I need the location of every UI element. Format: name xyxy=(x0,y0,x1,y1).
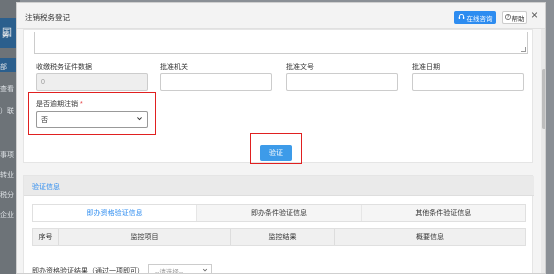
tab-condition-verify[interactable]: 即办条件验证信息 xyxy=(197,205,362,221)
tab-qualification-verify[interactable]: 即办资格验证信息 xyxy=(33,205,198,221)
tab-other-condition-verify[interactable]: 其他条件验证信息 xyxy=(361,205,525,221)
dialog-body: 收缴税务证件数据 0 批准机关 批准文号 批准日期 是否逾期注销 * 否 验证 … xyxy=(17,29,545,274)
scrollbar-thumb[interactable] xyxy=(542,69,545,129)
verify-info-header: 验证信息 xyxy=(24,176,534,196)
highlight-verify xyxy=(250,133,302,164)
help-label: 帮助 xyxy=(511,15,525,23)
verify-tabs: 即办资格验证信息 即办条件验证信息 其他条件验证信息 xyxy=(32,204,526,222)
resize-grip-icon[interactable] xyxy=(521,47,526,52)
highlight-overdue xyxy=(28,92,156,135)
dialog-titlebar: 注销税务登记 在线咨询 ? 帮助 × xyxy=(17,3,545,29)
column-header: 序号 xyxy=(33,229,59,245)
column-header: 概要信息 xyxy=(416,234,444,241)
background-label: 务 xyxy=(2,32,9,39)
svg-text:?: ? xyxy=(506,14,508,19)
dialog-scrollbar[interactable] xyxy=(541,29,545,273)
background-label: 转业 xyxy=(0,172,14,179)
qualification-result-label: 即办资格验证结果（通过一项即可） xyxy=(32,267,144,274)
background-label: 事项 xyxy=(0,152,14,159)
approve-doc-label: 批准文号 xyxy=(286,64,314,71)
background-label: 部 xyxy=(0,64,7,71)
cert-count-input: 0 xyxy=(36,73,148,91)
qualification-result-select[interactable]: --请选择-- xyxy=(148,264,212,274)
verify-table-header: 序号 监控项目 监控结果 概要信息 xyxy=(32,228,526,246)
column-header: 监控项目 xyxy=(59,229,231,245)
approve-doc-input[interactable] xyxy=(286,73,398,91)
headset-icon xyxy=(458,13,465,22)
qualification-result-row: 即办资格验证结果（通过一项即可） --请选择-- xyxy=(32,264,212,274)
question-icon: ? xyxy=(504,13,511,22)
close-icon[interactable]: × xyxy=(531,9,538,21)
approve-date-label: 批准日期 xyxy=(412,64,440,71)
dialog-title: 注销税务登记 xyxy=(25,13,70,22)
background-label: 查看 xyxy=(0,86,14,93)
qualification-result-placeholder: --请选择-- xyxy=(155,268,184,274)
verify-info-panel: 验证信息 即办资格验证信息 即办条件验证信息 其他条件验证信息 序号 监控项目 … xyxy=(23,175,534,274)
form-panel: 收缴税务证件数据 0 批准机关 批准文号 批准日期 是否逾期注销 * 否 验证 xyxy=(23,29,533,164)
online-consult-button[interactable]: 在线咨询 xyxy=(454,11,496,24)
help-button[interactable]: ? 帮助 xyxy=(502,11,527,24)
background-label: ）联 xyxy=(0,108,14,115)
online-consult-label: 在线咨询 xyxy=(466,15,493,23)
deregistration-dialog: 注销税务登记 在线咨询 ? 帮助 × 收缴税务证件数据 0 批准机关 批准文号 xyxy=(16,2,546,274)
approve-org-input[interactable] xyxy=(160,73,272,91)
remarks-textarea[interactable] xyxy=(34,32,528,54)
background-label: 税分 xyxy=(0,192,14,199)
column-header: 监控结果 xyxy=(231,229,335,245)
verify-info-title: 验证信息 xyxy=(32,184,60,191)
approve-org-label: 批准机关 xyxy=(160,64,188,71)
background-label: 企业 xyxy=(0,212,14,219)
approve-date-input[interactable] xyxy=(412,73,524,91)
cert-count-label: 收缴税务证件数据 xyxy=(36,64,92,71)
chevron-down-icon xyxy=(202,267,208,273)
